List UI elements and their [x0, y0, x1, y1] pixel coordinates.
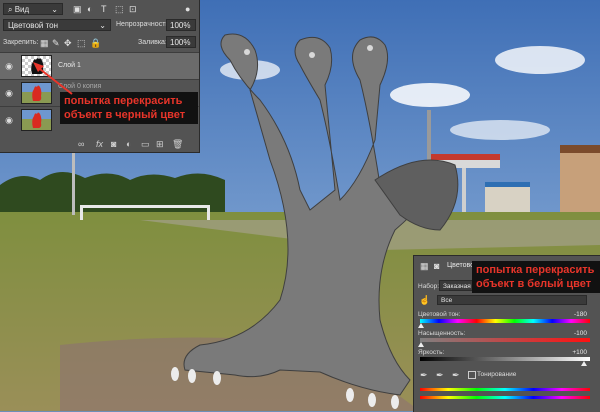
lock-label: Закрепить:: [3, 39, 39, 46]
new-group-icon[interactable]: ▭: [141, 139, 150, 150]
fill-label: Заливка:: [138, 39, 167, 46]
eye-icon[interactable]: ◉: [3, 87, 15, 99]
saturation-value[interactable]: -100: [574, 330, 587, 337]
hue-slider[interactable]: [420, 319, 590, 323]
preset-value: Заказная: [443, 283, 471, 290]
hue-slider-handle[interactable]: [418, 323, 424, 328]
colorize-checkbox[interactable]: [468, 371, 476, 379]
lock-artboard-icon[interactable]: ⬚: [77, 38, 86, 48]
blend-mode-value: Цветовой тон: [8, 21, 59, 30]
properties-panel: ▦ ◙ Цветовой Набор: Заказная ☝ Все Цвето…: [413, 255, 600, 412]
new-layer-icon[interactable]: ⊞: [156, 139, 164, 150]
blend-mode-dropdown[interactable]: Цветовой тон ⌄: [3, 19, 111, 31]
eye-icon[interactable]: ◉: [3, 114, 15, 126]
opacity-label: Непрозрачность:: [116, 21, 171, 28]
opacity-value: 100%: [170, 21, 191, 30]
callout-black-text: попытка перекрасить объект в черный цвет: [64, 95, 186, 121]
chevron-down-icon: ⌄: [99, 21, 106, 30]
lock-transparent-icon[interactable]: ▦: [40, 38, 49, 48]
text-filter-icon[interactable]: T: [101, 4, 107, 14]
adjustment-layer-icon[interactable]: ◐: [126, 139, 131, 149]
mask-icon[interactable]: ◙: [434, 261, 439, 271]
eyedropper-minus-icon[interactable]: ✒: [452, 370, 460, 380]
shape-filter-icon[interactable]: ⬚: [115, 4, 124, 14]
filter-toggle-icon[interactable]: ●: [185, 4, 190, 14]
opacity-input[interactable]: 100%: [166, 19, 196, 31]
smart-object-filter-icon[interactable]: ⊡: [129, 4, 137, 14]
red-arrow: [33, 62, 73, 95]
eyedropper-plus-icon[interactable]: ✒: [436, 370, 444, 380]
eyedropper-icon[interactable]: ✒: [420, 370, 428, 380]
preset-label: Набор:: [418, 283, 440, 290]
fx-button[interactable]: fx: [96, 139, 103, 149]
saturation-slider[interactable]: [420, 338, 590, 342]
lightness-label: Яркость:: [418, 349, 445, 356]
lock-move-icon[interactable]: ✥: [64, 38, 72, 48]
layer-thumbnail: [21, 109, 52, 131]
lightness-slider-handle[interactable]: [581, 361, 587, 366]
colorize-label: Тонирование: [477, 371, 517, 378]
image-filter-icon[interactable]: ▣: [73, 4, 82, 14]
link-layers-icon[interactable]: ∞: [78, 139, 84, 149]
hand-target-icon[interactable]: ☝: [419, 295, 430, 305]
callout-black: попытка перекрасить объект в черный цвет: [60, 92, 198, 124]
callout-white: попытка перекрасить объект в белый цвет: [472, 261, 600, 293]
chevron-down-icon: ⌄: [51, 5, 58, 14]
hue-spectrum-bottom: [420, 396, 590, 399]
hue-label: Цветовой тон:: [418, 311, 461, 318]
lightness-slider[interactable]: [420, 357, 590, 361]
lock-brush-icon[interactable]: ✎: [52, 38, 60, 48]
saturation-label: Насыщенность:: [418, 330, 466, 337]
layers-bottom-toolbar: ∞ fx ◙ ◐ ▭ ⊞ 🗑: [0, 138, 199, 152]
eye-icon[interactable]: ◉: [3, 60, 15, 72]
fill-value: 100%: [170, 38, 191, 47]
saturation-slider-handle[interactable]: [418, 342, 424, 347]
add-mask-icon[interactable]: ◙: [111, 139, 116, 149]
callout-white-text: попытка перекрасить объект в белый цвет: [476, 264, 595, 290]
trash-icon[interactable]: 🗑: [172, 139, 183, 150]
fill-input[interactable]: 100%: [166, 36, 196, 48]
kind-filter-value: Вид: [14, 5, 30, 14]
adjustment-filter-icon[interactable]: ◐: [87, 4, 92, 14]
lightness-value[interactable]: +100: [572, 349, 587, 356]
channel-value: Все: [441, 297, 453, 304]
search-icon: ⌕: [8, 5, 13, 14]
hue-value[interactable]: -180: [574, 311, 587, 318]
adjustment-icon: ▦: [420, 261, 429, 271]
layers-panel: ⌕ Вид ⌄ ▣ ◐ T ⬚ ⊡ ● Цветовой тон ⌄ Непро…: [0, 0, 200, 153]
lock-all-icon[interactable]: 🔒: [90, 38, 101, 48]
channel-dropdown[interactable]: Все: [437, 295, 587, 305]
kind-filter-dropdown[interactable]: ⌕ Вид ⌄: [3, 3, 63, 15]
hue-spectrum-top: [420, 388, 590, 391]
